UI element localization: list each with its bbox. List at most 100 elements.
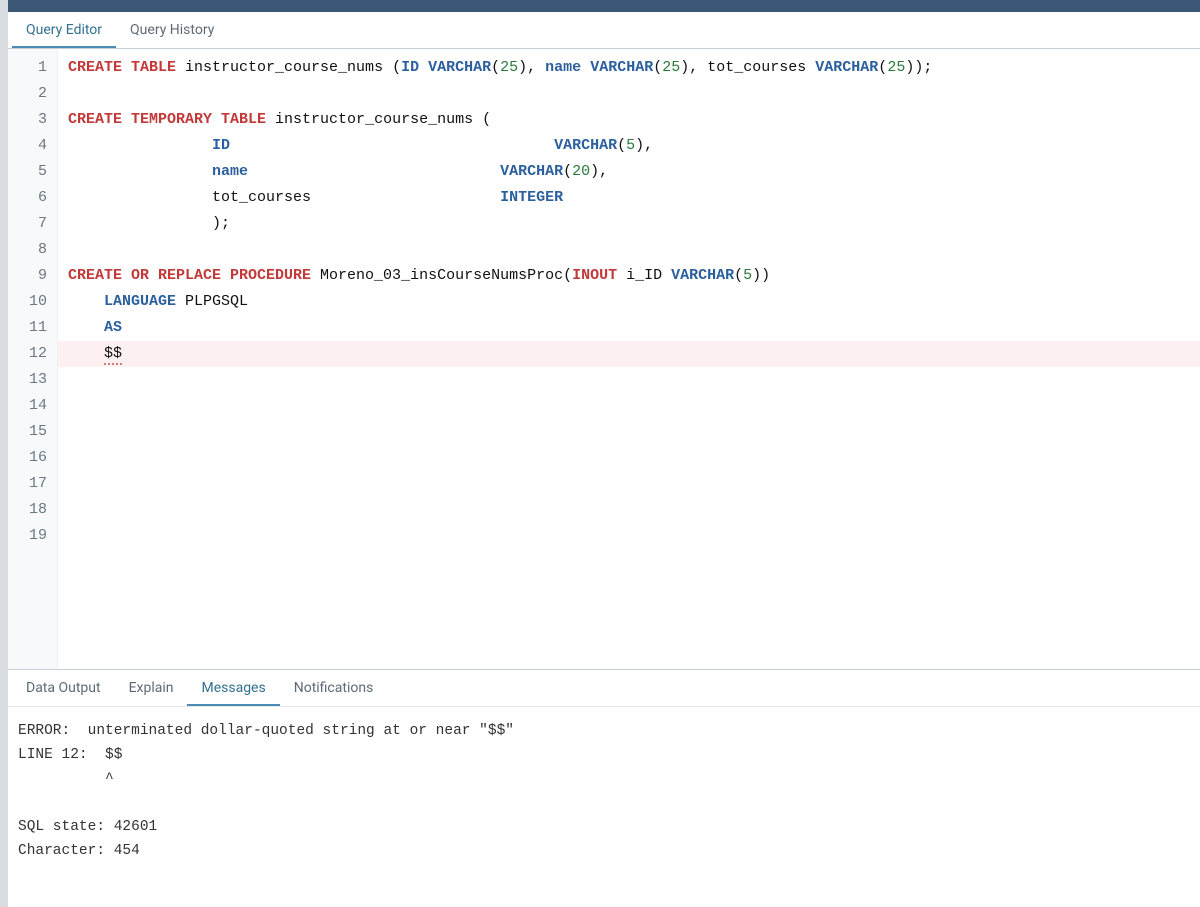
code-token: AS — [104, 319, 122, 336]
code-token: VARCHAR — [671, 267, 734, 284]
line-number: 15 — [8, 419, 57, 445]
title-bar — [8, 0, 1200, 12]
code-line[interactable] — [58, 419, 1200, 445]
code-token: name — [545, 59, 581, 76]
code-token: ); — [68, 215, 230, 232]
code-line[interactable]: CREATE TEMPORARY TABLE instructor_course… — [58, 107, 1200, 133]
code-line[interactable] — [58, 393, 1200, 419]
code-line[interactable] — [58, 237, 1200, 263]
line-number: 5 — [8, 159, 57, 185]
code-token: $$ — [104, 345, 122, 365]
line-number: 2 — [8, 81, 57, 107]
code-token: INOUT — [572, 267, 617, 284]
line-number: 8 — [8, 237, 57, 263]
line-number: 16 — [8, 445, 57, 471]
code-token: VARCHAR — [554, 137, 617, 154]
code-token: CREATE OR REPLACE PROCEDURE — [68, 267, 311, 284]
code-token: ( — [878, 59, 887, 76]
tab-data-output[interactable]: Data Output — [12, 670, 115, 706]
code-token: VARCHAR — [590, 59, 653, 76]
line-number: 11 — [8, 315, 57, 341]
code-token: )); — [905, 59, 932, 76]
code-token — [68, 319, 104, 336]
tab-notifications[interactable]: Notifications — [280, 670, 388, 706]
code-token: )) — [752, 267, 770, 284]
code-line[interactable]: $$ — [58, 341, 1200, 367]
code-token — [68, 293, 104, 310]
code-editor[interactable]: 12345678910111213141516171819 CREATE TAB… — [8, 49, 1200, 669]
line-number: 13 — [8, 367, 57, 393]
code-token — [581, 59, 590, 76]
code-token: 5 — [743, 267, 752, 284]
editor-tabs: Query Editor Query History — [8, 12, 1200, 49]
code-token: ), — [518, 59, 545, 76]
code-line[interactable]: tot_courses INTEGER — [58, 185, 1200, 211]
line-number: 18 — [8, 497, 57, 523]
code-token: CREATE TEMPORARY TABLE — [68, 111, 266, 128]
messages-output: ERROR: unterminated dollar-quoted string… — [8, 707, 1200, 875]
code-line[interactable]: CREATE TABLE instructor_course_nums (ID … — [58, 55, 1200, 81]
code-token: 5 — [626, 137, 635, 154]
code-token: ), — [590, 163, 608, 180]
code-token: ( — [491, 59, 500, 76]
code-token: CREATE TABLE — [68, 59, 176, 76]
code-token — [68, 137, 212, 154]
code-token: ID — [401, 59, 419, 76]
code-line[interactable] — [58, 81, 1200, 107]
code-token: 25 — [500, 59, 518, 76]
code-token — [68, 345, 104, 362]
line-number: 14 — [8, 393, 57, 419]
code-token: ( — [734, 267, 743, 284]
line-number: 7 — [8, 211, 57, 237]
tab-messages[interactable]: Messages — [187, 670, 279, 706]
code-token — [68, 163, 212, 180]
code-token: instructor_course_nums ( — [266, 111, 491, 128]
code-line[interactable]: AS — [58, 315, 1200, 341]
code-token: ( — [617, 137, 626, 154]
code-token — [419, 59, 428, 76]
code-token: tot_courses — [68, 189, 500, 206]
code-token: 25 — [887, 59, 905, 76]
code-token: VARCHAR — [815, 59, 878, 76]
code-token: ( — [563, 163, 572, 180]
code-line[interactable]: LANGUAGE PLPGSQL — [58, 289, 1200, 315]
code-line[interactable] — [58, 523, 1200, 549]
code-token: ID — [212, 137, 230, 154]
code-line[interactable]: ); — [58, 211, 1200, 237]
line-number: 9 — [8, 263, 57, 289]
code-content[interactable]: CREATE TABLE instructor_course_nums ( ID … — [58, 49, 1200, 669]
code-token: i_ID — [617, 267, 671, 284]
tab-query-history[interactable]: Query History — [116, 12, 228, 48]
code-token: VARCHAR — [500, 163, 563, 180]
line-number: 6 — [8, 185, 57, 211]
code-token: Moreno_03_insCourseNumsProc( — [311, 267, 572, 284]
code-line[interactable]: CREATE OR REPLACE PROCEDURE Moreno_03_in… — [58, 263, 1200, 289]
code-line[interactable]: name VARCHAR(20), — [58, 159, 1200, 185]
code-token: LANGUAGE — [104, 293, 176, 310]
line-number: 1 — [8, 55, 57, 81]
code-token: instructor_course_nums ( — [176, 59, 401, 76]
code-token — [230, 137, 554, 154]
code-line[interactable] — [58, 445, 1200, 471]
tab-explain[interactable]: Explain — [115, 670, 188, 706]
code-token — [248, 163, 500, 180]
tab-query-editor[interactable]: Query Editor — [12, 12, 116, 48]
code-token: VARCHAR — [428, 59, 491, 76]
line-number: 19 — [8, 523, 57, 549]
line-number: 10 — [8, 289, 57, 315]
line-number: 4 — [8, 133, 57, 159]
code-line[interactable] — [58, 367, 1200, 393]
code-token: name — [212, 163, 248, 180]
code-line[interactable] — [58, 497, 1200, 523]
code-token: 20 — [572, 163, 590, 180]
code-token: ), — [635, 137, 653, 154]
code-line[interactable]: ID VARCHAR(5), — [58, 133, 1200, 159]
code-token: ), tot_courses — [680, 59, 815, 76]
code-token: ( — [653, 59, 662, 76]
line-number-gutter: 12345678910111213141516171819 — [8, 49, 58, 669]
code-line[interactable] — [58, 471, 1200, 497]
code-token: INTEGER — [500, 189, 563, 206]
code-token: 25 — [662, 59, 680, 76]
line-number: 3 — [8, 107, 57, 133]
line-number: 17 — [8, 471, 57, 497]
